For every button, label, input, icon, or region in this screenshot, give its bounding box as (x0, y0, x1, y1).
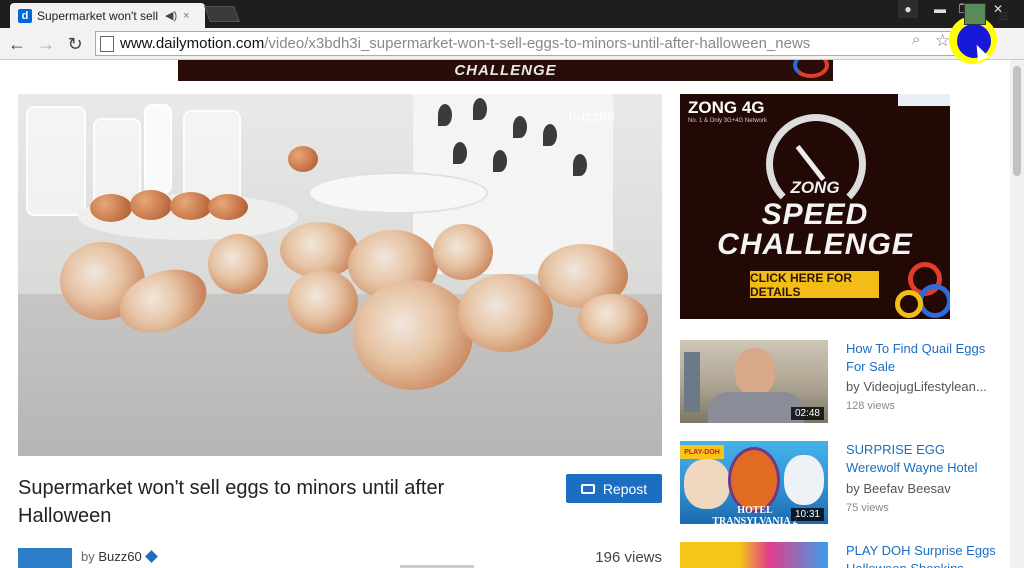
ad-line-1: ZONG (790, 178, 840, 197)
browser-toolbar: ← → ↻ www.dailymotion.com/video/x3bdh3i_… (0, 28, 1024, 60)
thumb-egg (728, 447, 780, 513)
dailymotion-favicon-icon: d (18, 8, 32, 23)
forward-icon[interactable]: → (35, 33, 57, 55)
page-scrollbar[interactable] (1010, 60, 1024, 568)
thumb-bottle (684, 352, 700, 412)
ad-subtitle: No. 1 & Only 3G+4G Network (688, 118, 767, 124)
ad-cta-button[interactable]: CLICK HERE FOR DETAILS (750, 271, 879, 299)
egg (170, 192, 212, 220)
sidebar-ad[interactable]: ZONG 4G No. 1 & Only 3G+4G Network ZONG … (680, 94, 950, 319)
extension-icon[interactable] (964, 3, 986, 25)
video-title: Supermarket won't sell eggs to minors un… (18, 477, 445, 527)
egg (90, 194, 132, 222)
white-vase (144, 104, 172, 194)
new-tab-button[interactable] (204, 6, 240, 22)
video-byline: by Buzz60 (81, 549, 158, 564)
page-icon (100, 35, 114, 52)
eggshell (578, 294, 648, 344)
repost-icon (580, 483, 595, 494)
white-dish (308, 172, 488, 214)
bookmark-star-icon[interactable]: ☆ (935, 31, 950, 51)
scrollbar-thumb[interactable] (1013, 66, 1021, 176)
url-path: /video/x3bdh3i_supermarket-won-t-sell-eg… (264, 35, 811, 52)
tab-title: Supermarket won't sell eg (37, 8, 159, 23)
eggshell (353, 280, 473, 390)
glass-jar (26, 106, 86, 216)
related-channel[interactable]: by VideojugLifestylean... (846, 379, 996, 394)
back-icon[interactable]: ← (6, 33, 28, 55)
banner-rings-graphic (793, 60, 829, 78)
byline-prefix: by (81, 549, 95, 564)
duration-badge: 10:31 (790, 508, 824, 521)
user-profile-icon[interactable]: ● (898, 0, 918, 18)
speaker-icon[interactable]: ◀) (165, 9, 177, 22)
video-watermark: buzz60 (568, 108, 615, 124)
related-thumbnail[interactable]: 02:48 (680, 340, 828, 423)
eggshell (433, 224, 493, 280)
video-player[interactable]: buzz60 (18, 94, 662, 456)
related-thumbnail[interactable] (680, 542, 828, 568)
eggshell (458, 274, 553, 352)
eggshell (288, 270, 358, 334)
zoom-icon[interactable]: ⌕ (912, 31, 920, 48)
related-views: 128 views (846, 400, 895, 412)
ring-graphic (895, 290, 923, 318)
repost-button[interactable]: Repost (566, 474, 662, 503)
adchoices-icon[interactable] (898, 94, 950, 106)
url-host: www.dailymotion.com (120, 35, 265, 52)
thumb-caption: HOTEL TRANSYLVANIA 2 (712, 505, 798, 524)
top-banner-text: CHALLENGE (454, 62, 557, 79)
reload-icon[interactable]: ↻ (64, 33, 86, 55)
video-views: 196 views (595, 549, 662, 566)
repost-label: Repost (602, 480, 648, 497)
related-title[interactable]: PLAY DOH Surprise Eggs Halloween Shopkin… (846, 542, 996, 568)
address-bar[interactable]: www.dailymotion.com/video/x3bdh3i_superm… (95, 31, 960, 56)
ad-line-3: CHALLENGE (717, 228, 913, 261)
channel-owner-link[interactable]: Buzz60 (98, 549, 141, 564)
verified-icon (144, 550, 158, 563)
tab-close-icon[interactable]: × (183, 10, 189, 22)
ad-brand: ZONG 4G (688, 98, 765, 117)
related-views: 75 views (846, 502, 889, 514)
thumb-character (784, 455, 824, 505)
minimize-icon[interactable]: ▬ (928, 0, 952, 18)
browser-titlebar: d Supermarket won't sell eg ◀) × ● ▬ ❐ ✕ (0, 0, 1024, 28)
related-title[interactable]: SURPRISE EGG Werewolf Wayne Hotel (846, 441, 996, 477)
related-title[interactable]: How To Find Quail Eggs For Sale (846, 340, 996, 376)
thumb-character (684, 459, 730, 509)
egg (130, 190, 172, 220)
egg (288, 146, 318, 172)
related-thumbnail[interactable]: PLAY-DOH HOTEL TRANSYLVANIA 2 10:31 (680, 441, 828, 524)
address-url[interactable]: www.dailymotion.com/video/x3bdh3i_superm… (120, 35, 810, 52)
egg (208, 194, 248, 220)
browser-tab[interactable]: d Supermarket won't sell eg ◀) × (10, 3, 205, 28)
thumb-brand: PLAY-DOH (680, 445, 724, 459)
top-ad-banner[interactable]: CHALLENGE (178, 60, 833, 81)
channel-avatar[interactable] (18, 548, 72, 568)
thumb-face (735, 348, 775, 396)
eggshell (208, 234, 268, 294)
related-channel[interactable]: by Beefav Beesav (846, 481, 996, 496)
ad-line-2: SPEED (761, 198, 869, 231)
thumb-body (708, 392, 804, 423)
duration-badge: 02:48 (790, 407, 824, 420)
chrome-menu-icon[interactable]: ≡ (998, 6, 1014, 27)
